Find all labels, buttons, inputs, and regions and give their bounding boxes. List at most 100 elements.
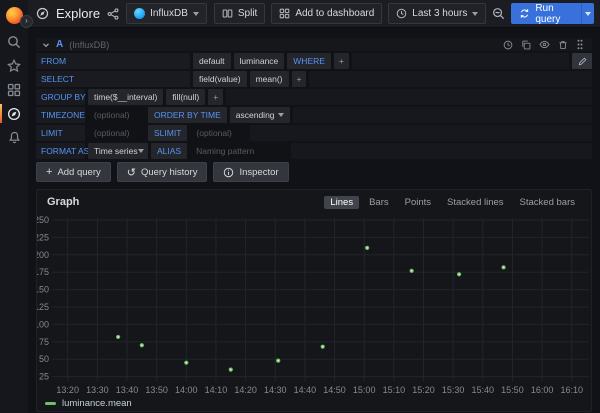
sidebar-item-search[interactable]	[0, 34, 28, 49]
split-icon	[222, 8, 233, 19]
query-input[interactable]: (optional)	[88, 107, 145, 123]
query-row: LIMIT(optional)SLIMIT(optional)	[36, 125, 592, 141]
zoom-out-icon[interactable]	[492, 7, 505, 20]
select-value: Time series	[94, 146, 138, 156]
eye-icon[interactable]	[539, 39, 550, 50]
query-datasource-hint: (InfluxDB)	[69, 40, 109, 50]
clock-icon	[396, 8, 407, 19]
query-actions: + Add query ↺ Query history Inspector	[36, 162, 592, 182]
query-keyword-part[interactable]: SLIMIT	[148, 125, 187, 141]
row-filler	[250, 125, 592, 141]
run-query-label: Run query	[535, 3, 573, 24]
svg-text:13:40: 13:40	[116, 385, 139, 395]
panel-title: Graph	[47, 196, 79, 208]
svg-text:14:50: 14:50	[323, 385, 346, 395]
svg-text:15:20: 15:20	[412, 385, 435, 395]
chevron-down-icon	[138, 149, 144, 153]
drag-handle-icon[interactable]	[576, 39, 584, 50]
query-keyword-part[interactable]: ORDER BY TIME	[148, 107, 227, 123]
page-title: Explore	[56, 6, 100, 21]
legend-series-label[interactable]: luminance.mean	[62, 398, 132, 409]
query-history-button[interactable]: ↺ Query history	[117, 162, 208, 182]
search-icon	[7, 35, 21, 49]
dashboards-grid-icon	[7, 83, 21, 97]
datasource-name: InfluxDB	[150, 8, 188, 19]
display-mode-tab[interactable]: Stacked bars	[514, 196, 581, 209]
svg-text:13:20: 13:20	[56, 385, 79, 395]
sidebar-item-starred[interactable]	[0, 58, 28, 73]
query-keyword-part[interactable]: ALIAS	[151, 143, 187, 159]
graph-plot[interactable]: 13:2013:3013:4013:5014:0014:1014:2014:30…	[37, 214, 593, 396]
query-part[interactable]: mean()	[250, 71, 289, 87]
data-points	[116, 246, 506, 372]
query-part[interactable]: time($__interval)	[88, 89, 163, 105]
inspector-label: Inspector	[239, 167, 278, 178]
add-to-dashboard-label: Add to dashboard	[295, 8, 374, 19]
sidebar-expand-chevron[interactable]: ›	[20, 15, 33, 28]
svg-text:225: 225	[37, 232, 49, 242]
add-part-button[interactable]: +	[208, 89, 223, 105]
svg-text:75: 75	[39, 337, 49, 347]
split-button[interactable]: Split	[214, 3, 265, 24]
query-keyword-part[interactable]: WHERE	[287, 53, 331, 69]
row-filler	[226, 89, 592, 105]
time-range-picker[interactable]: Last 3 hours	[388, 3, 486, 24]
query-input[interactable]: Naming pattern	[190, 143, 288, 159]
query-row-toolbar	[503, 39, 586, 50]
add-part-button[interactable]: +	[292, 71, 307, 87]
display-mode-tabs: Lines Bars Points Stacked lines Stacked bars	[324, 196, 581, 209]
edit-query-pencil-button[interactable]	[572, 53, 592, 69]
query-row: FROMdefaultluminanceWHERE+	[36, 53, 592, 69]
svg-text:150: 150	[37, 285, 49, 295]
collapse-chevron-icon[interactable]	[42, 41, 50, 49]
sidebar-item-alerting[interactable]	[0, 130, 28, 145]
grid-lines	[52, 218, 589, 381]
display-mode-tab[interactable]: Points	[399, 196, 437, 209]
query-part[interactable]: fill(null)	[166, 89, 205, 105]
run-query-dropdown[interactable]	[581, 3, 594, 24]
query-part[interactable]: field(value)	[193, 71, 247, 87]
split-label: Split	[238, 8, 257, 19]
add-to-dashboard-button[interactable]: Add to dashboard	[271, 3, 382, 24]
svg-text:250: 250	[37, 215, 49, 225]
svg-text:16:00: 16:00	[531, 385, 554, 395]
query-keyword-label: FORMAT AS	[36, 143, 85, 159]
inspector-button[interactable]: Inspector	[213, 162, 288, 182]
svg-text:15:00: 15:00	[353, 385, 376, 395]
datasource-picker[interactable]: InfluxDB	[126, 3, 207, 24]
query-input[interactable]: (optional)	[190, 125, 247, 141]
trash-icon[interactable]	[558, 40, 568, 50]
query-select[interactable]: ascending	[230, 107, 290, 123]
query-row: SELECTfield(value)mean()+	[36, 71, 592, 87]
legend: luminance.mean	[37, 396, 591, 410]
run-query-main[interactable]: Run query	[511, 3, 581, 24]
query-keyword-label: GROUP BY	[36, 89, 85, 105]
refresh-icon	[519, 8, 530, 19]
svg-text:25: 25	[39, 372, 49, 382]
svg-text:15:10: 15:10	[383, 385, 406, 395]
sidebar-item-explore[interactable]	[0, 106, 28, 121]
display-mode-tab[interactable]: Lines	[324, 196, 359, 209]
sidebar-item-dashboards[interactable]	[0, 82, 28, 97]
copy-icon[interactable]	[521, 40, 531, 50]
query-part[interactable]: default	[193, 53, 231, 69]
query-history-label: Query history	[141, 167, 198, 178]
query-part[interactable]: luminance	[234, 53, 285, 69]
history-icon[interactable]	[503, 40, 513, 50]
svg-text:100: 100	[37, 319, 49, 329]
svg-text:175: 175	[37, 267, 49, 277]
add-query-button[interactable]: + Add query	[36, 162, 111, 182]
sidebar-menu	[0, 34, 28, 145]
plus-icon: +	[46, 167, 52, 178]
display-mode-tab[interactable]: Stacked lines	[441, 196, 510, 209]
legend-swatch	[45, 402, 56, 405]
display-mode-tab[interactable]: Bars	[363, 196, 395, 209]
navbar-actions: Split Add to dashboard Last 3 hours Run …	[214, 3, 594, 24]
share-icon[interactable]	[107, 8, 119, 20]
run-query-button[interactable]: Run query	[511, 3, 594, 24]
graph-panel-header: Graph Lines Bars Points Stacked lines Stacke…	[37, 190, 591, 214]
query-input[interactable]: (optional)	[88, 125, 145, 141]
add-part-button[interactable]: +	[334, 53, 349, 69]
query-select[interactable]: Time series	[88, 143, 148, 159]
svg-text:14:40: 14:40	[294, 385, 317, 395]
